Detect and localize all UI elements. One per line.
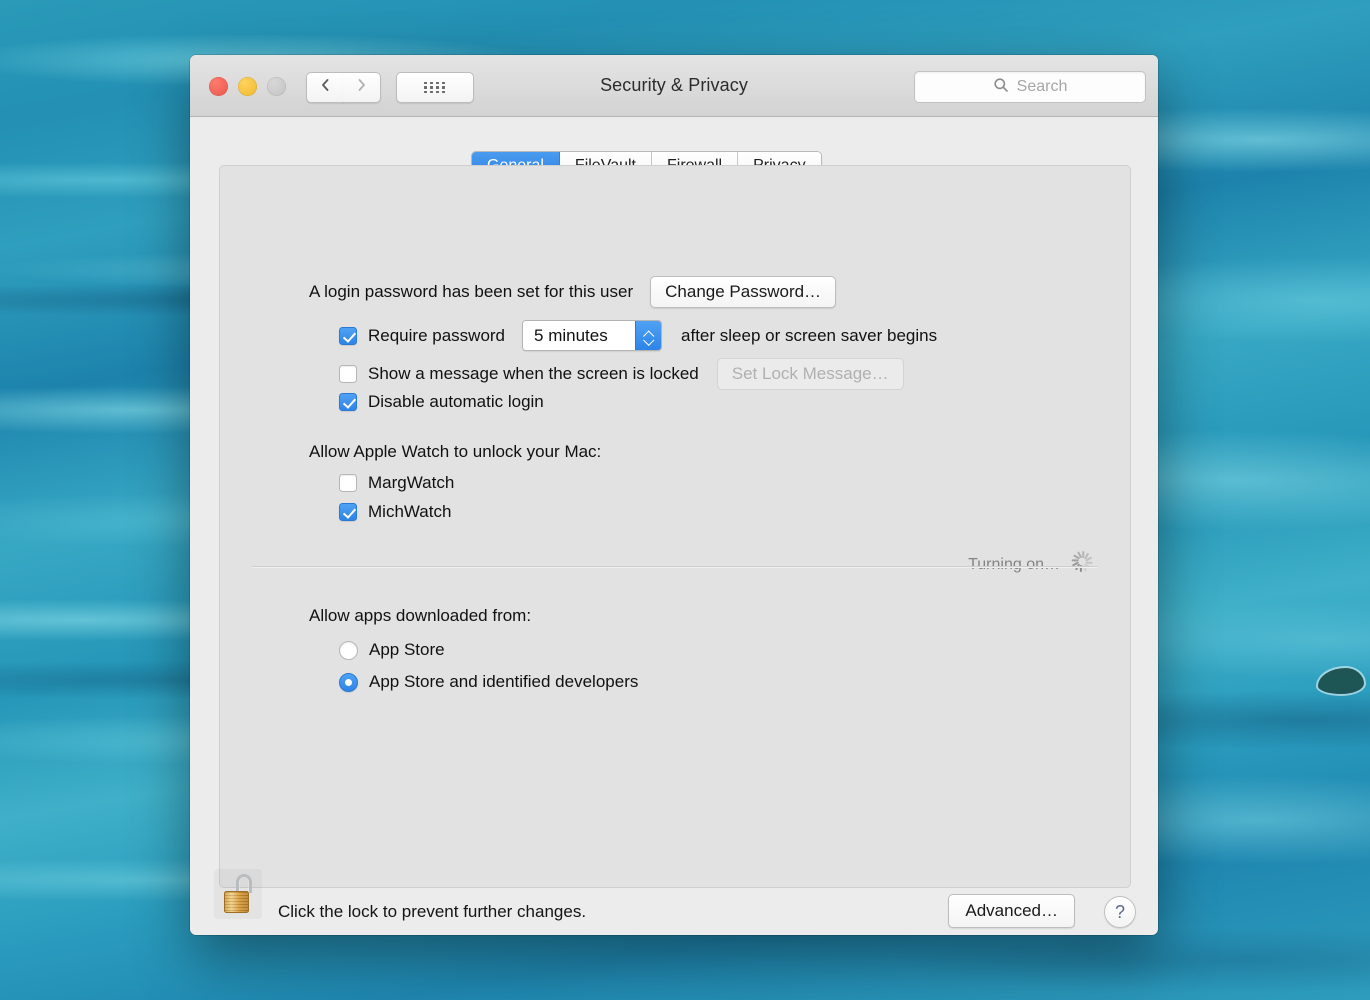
spinner-icon	[1070, 554, 1092, 576]
require-password-checkbox[interactable]	[339, 327, 357, 345]
security-privacy-window: Security & Privacy Search General FileVa…	[190, 55, 1158, 935]
require-password-delay-combobox[interactable]: 5 minutes	[522, 320, 662, 351]
download-option-identified-developers[interactable]: App Store and identified developers	[339, 672, 638, 692]
window-bottom-bar: Click the lock to prevent further change…	[190, 888, 1158, 935]
search-field[interactable]: Search	[914, 71, 1146, 103]
download-option-app-store[interactable]: App Store	[339, 640, 445, 660]
general-settings-panel: A login password has been set for this u…	[219, 165, 1131, 888]
chevron-down-icon	[644, 337, 653, 342]
change-password-button[interactable]: Change Password…	[650, 276, 836, 308]
margwatch-label: MargWatch	[368, 473, 454, 493]
lock-message-row: Show a message when the screen is locked…	[339, 358, 904, 390]
window-titlebar: Security & Privacy Search	[190, 55, 1158, 117]
downloads-heading: Allow apps downloaded from:	[309, 606, 531, 626]
require-password-row: Require password 5 minutes after sleep o…	[339, 320, 937, 351]
michwatch-checkbox[interactable]	[339, 503, 357, 521]
disable-auto-login-label: Disable automatic login	[368, 392, 544, 412]
section-divider	[252, 566, 1098, 567]
apple-watch-heading: Allow Apple Watch to unlock your Mac:	[309, 442, 601, 462]
password-status-row: A login password has been set for this u…	[309, 276, 836, 308]
disable-auto-login-row: Disable automatic login	[339, 392, 544, 412]
apple-watch-status: Turning on…	[968, 554, 1092, 576]
identified-developers-radio[interactable]	[339, 673, 358, 692]
help-button[interactable]: ?	[1104, 896, 1136, 928]
apple-watch-status-text: Turning on…	[968, 556, 1060, 574]
lock-message-checkbox[interactable]	[339, 365, 357, 383]
set-lock-message-button[interactable]: Set Lock Message…	[717, 358, 904, 390]
lock-message-label: Show a message when the screen is locked	[368, 364, 699, 384]
michwatch-label: MichWatch	[368, 502, 451, 522]
apple-watch-row-mich: MichWatch	[339, 502, 451, 522]
apple-watch-heading-row: Allow Apple Watch to unlock your Mac:	[309, 442, 601, 462]
advanced-button[interactable]: Advanced…	[948, 894, 1075, 928]
lock-button[interactable]	[214, 869, 262, 919]
downloads-heading-row: Allow apps downloaded from:	[309, 606, 531, 626]
require-password-label: Require password	[368, 326, 505, 346]
unlocked-padlock-icon	[222, 874, 254, 914]
app-store-label: App Store	[369, 640, 445, 660]
search-icon	[993, 77, 1009, 98]
island-shape	[1318, 668, 1364, 694]
app-store-radio[interactable]	[339, 641, 358, 660]
desktop-background: Security & Privacy Search General FileVa…	[0, 0, 1370, 1000]
search-placeholder: Search	[1017, 78, 1068, 96]
identified-developers-label: App Store and identified developers	[369, 672, 638, 692]
lock-status-text: Click the lock to prevent further change…	[278, 902, 586, 922]
margwatch-checkbox[interactable]	[339, 474, 357, 492]
require-password-delay-value: 5 minutes	[523, 321, 635, 350]
require-password-delay-stepper[interactable]	[635, 321, 661, 350]
require-password-suffix-label: after sleep or screen saver begins	[681, 326, 937, 346]
disable-auto-login-checkbox[interactable]	[339, 393, 357, 411]
password-status-label: A login password has been set for this u…	[309, 282, 633, 302]
apple-watch-row-marg: MargWatch	[339, 473, 454, 493]
